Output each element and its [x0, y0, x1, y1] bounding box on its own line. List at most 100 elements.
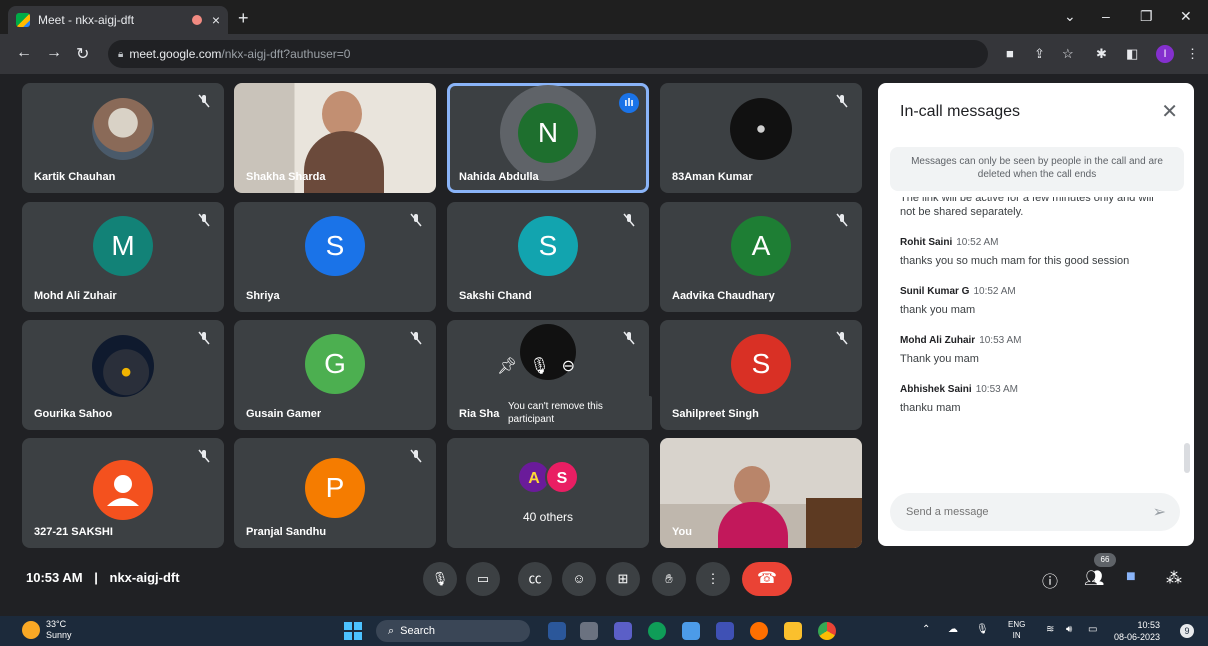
chat-message: Abhishek Saini 10:53 AM thanku mam — [900, 384, 1170, 415]
edge-icon[interactable] — [648, 622, 666, 640]
back-arrow-icon[interactable]: ← — [16, 44, 32, 62]
participant-tile[interactable]: 83Aman Kumar — [660, 83, 862, 193]
mic-off-icon — [623, 331, 635, 345]
participant-tile[interactable]: Shakha Sharda — [234, 83, 436, 193]
volume-icon[interactable]: 🔊︎ — [1066, 624, 1072, 635]
participant-avatar: S — [518, 216, 578, 276]
extensions-puzzle-icon[interactable]: ✱ — [1096, 46, 1107, 62]
menu-kebab-icon[interactable]: ⋮ — [1186, 46, 1199, 62]
message-sender: Mohd Ali Zuhair — [900, 335, 976, 346]
message-list[interactable]: The link will be active for a few minute… — [900, 197, 1170, 487]
meeting-details-icon[interactable]: ⓘ — [1042, 568, 1058, 592]
participant-tile[interactable]: P Pranjal Sandhu — [234, 438, 436, 548]
network-icon[interactable]: ☁︎ — [948, 624, 958, 635]
tab-search-icon[interactable]: ⌄ — [1064, 8, 1076, 25]
chrome-icon[interactable] — [818, 622, 836, 640]
profile-avatar[interactable]: I — [1156, 45, 1174, 63]
participant-tile[interactable]: Kartik Chauhan — [22, 83, 224, 193]
reload-icon[interactable]: ↻ — [76, 44, 89, 64]
file-explorer-icon[interactable] — [784, 622, 802, 640]
url-domain: meet.google.com — [129, 47, 222, 61]
microphone-tray-icon[interactable]: 🎙︎ — [976, 624, 989, 635]
participant-tile[interactable]: 327-21 SAKSHI — [22, 438, 224, 548]
activities-icon[interactable]: ⁂ — [1166, 568, 1182, 588]
taskbar-search[interactable]: ⌕ Search — [376, 620, 530, 642]
windows-start-icon[interactable] — [344, 622, 362, 640]
participant-tile[interactable]: S Shriya — [234, 202, 436, 312]
browser-tab[interactable]: Meet - nkx-aigj-dft × — [8, 6, 228, 34]
message-text: thank you mam — [900, 304, 976, 316]
self-tile[interactable]: You — [660, 438, 862, 548]
restore-button[interactable]: ❐ — [1140, 8, 1153, 25]
app-icon[interactable] — [716, 622, 734, 640]
remove-icon[interactable]: ⊖ — [562, 356, 575, 376]
message-input[interactable] — [906, 506, 1126, 518]
message-text: thanks you so much mam for this good ses… — [900, 255, 1130, 267]
video-chair — [806, 498, 862, 548]
address-bar[interactable]: 🔒︎ meet.google.com /nkx-aigj-dft?authuse… — [108, 40, 988, 68]
message-sender: Rohit Saini — [900, 237, 953, 248]
share-icon[interactable]: ⇪ — [1034, 46, 1045, 62]
participant-tile[interactable]: N ılı Nahida Abdulla — [447, 83, 649, 193]
battery-icon[interactable]: ▭ — [1088, 624, 1097, 635]
forward-arrow-icon[interactable]: → — [46, 44, 62, 62]
taskbar-clock[interactable]: 10:53 08-06-2023 — [1114, 619, 1160, 643]
app-icon[interactable] — [750, 622, 768, 640]
participant-avatar: M — [93, 216, 153, 276]
url-path: /nkx-aigj-dft?authuser=0 — [221, 47, 351, 61]
send-icon[interactable]: ➢ — [1153, 502, 1166, 522]
others-tile[interactable]: A S 40 others — [447, 438, 649, 548]
teams-icon[interactable] — [614, 622, 632, 640]
new-tab-button[interactable]: + — [238, 8, 249, 29]
close-icon[interactable]: ✕ — [1161, 99, 1178, 124]
participant-name: You — [672, 526, 692, 538]
minimize-button[interactable]: – — [1102, 8, 1110, 24]
chat-icon[interactable]: ■ — [1126, 568, 1136, 586]
sun-icon — [22, 621, 40, 639]
participant-tile[interactable]: S Sakshi Chand — [447, 202, 649, 312]
bookmark-star-icon[interactable]: ☆ — [1062, 46, 1074, 62]
language-indicator[interactable]: ENG IN — [1008, 619, 1025, 641]
pin-icon[interactable]: 📌︎ — [497, 356, 517, 376]
store-icon[interactable] — [682, 622, 700, 640]
app-icon[interactable] — [548, 622, 566, 640]
camera-icon[interactable]: ■ — [1006, 46, 1014, 61]
mic-off-icon[interactable]: 🎙︎ — [529, 356, 549, 376]
in-call-messages-panel: In-call messages ✕ Messages can only be … — [878, 83, 1194, 546]
wifi-icon[interactable]: ≋ — [1046, 624, 1054, 635]
leave-call-button[interactable]: ☎︎ — [742, 562, 792, 596]
show-hidden-icons[interactable]: ⌃ — [922, 624, 930, 635]
microphone-button[interactable]: 🎙︎ — [423, 562, 457, 596]
participant-tile[interactable]: A Aadvika Chaudhary — [660, 202, 862, 312]
participant-photo — [730, 98, 792, 160]
participant-tile[interactable]: G Gusain Gamer — [234, 320, 436, 430]
present-button[interactable]: ⊞ — [606, 562, 640, 596]
participant-avatar: S — [731, 334, 791, 394]
captions-button[interactable]: ㏄ — [518, 562, 552, 596]
emoji-button[interactable]: ☺ — [562, 562, 596, 596]
participant-tile[interactable]: S Sahilpreet Singh — [660, 320, 862, 430]
camera-button[interactable]: ▭ — [466, 562, 500, 596]
chat-scrollbar[interactable] — [1184, 443, 1190, 473]
participant-name: Shriya — [246, 290, 280, 302]
weather-widget[interactable]: 33°C Sunny — [22, 619, 72, 641]
close-tab-icon[interactable]: × — [212, 12, 220, 28]
people-icon[interactable]: 👥︎ — [1084, 568, 1104, 588]
mic-off-icon — [198, 449, 210, 463]
notification-count[interactable]: 9 — [1180, 624, 1194, 638]
message-time: 10:53 AM — [975, 384, 1018, 395]
message-composer: ➢ — [890, 493, 1180, 531]
participant-tile[interactable]: Gourika Sahoo — [22, 320, 224, 430]
recording-indicator-icon — [191, 15, 202, 25]
participant-avatar: N — [518, 103, 578, 163]
remove-tooltip: You can't remove this participant — [502, 396, 652, 430]
more-options-button[interactable]: ⋮ — [696, 562, 730, 596]
task-view-icon[interactable] — [580, 622, 598, 640]
raise-hand-button[interactable]: ✋︎ — [652, 562, 686, 596]
side-panel-icon[interactable]: ◧ — [1126, 46, 1138, 62]
participant-tile[interactable]: M Mohd Ali Zuhair — [22, 202, 224, 312]
search-icon: ⌕ — [388, 624, 395, 637]
meeting-time: 10:53 AM — [26, 570, 83, 585]
close-window-button[interactable]: ✕ — [1180, 8, 1192, 25]
chat-message: Sunil Kumar G 10:52 AM thank you mam — [900, 286, 1170, 317]
